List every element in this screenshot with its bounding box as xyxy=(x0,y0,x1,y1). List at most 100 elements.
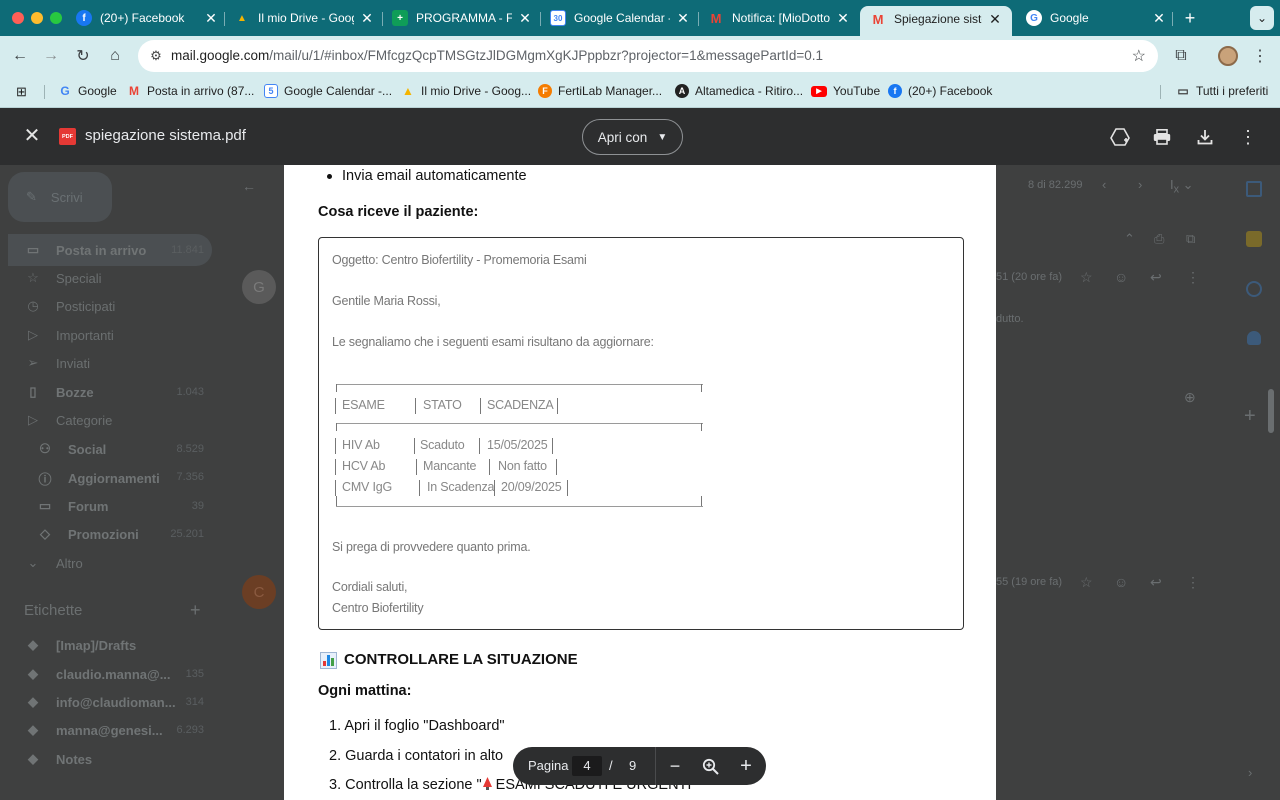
tab-drive[interactable]: ▲ Il mio Drive - Goog ✕ xyxy=(234,6,374,30)
close-window-button[interactable] xyxy=(12,12,24,24)
close-tab-icon[interactable]: ✕ xyxy=(204,10,218,27)
bookmark-calendar[interactable]: 5 Google Calendar -... xyxy=(264,84,392,98)
label-item[interactable]: ◆ info@claudioman... xyxy=(24,694,176,710)
star-icon[interactable]: ☆ xyxy=(1080,269,1093,286)
bookmark-altamedica[interactable]: A Altamedica - Ritiro... xyxy=(675,84,803,98)
tab-programma[interactable]: + PROGRAMMA - Fo ✕ xyxy=(392,6,532,30)
bookmark-posta[interactable]: M Posta in arrivo (87... xyxy=(127,84,254,98)
tasks-app-icon[interactable] xyxy=(1246,281,1262,297)
next-page-icon[interactable]: › xyxy=(1138,177,1142,192)
zoom-in-icon[interactable]: + xyxy=(734,754,758,778)
tab-facebook[interactable]: f (20+) Facebook ✕ xyxy=(76,6,218,30)
more-icon[interactable]: ⋮ xyxy=(1186,574,1200,591)
download-icon[interactable] xyxy=(1192,124,1218,150)
label-item-text: [Imap]/Drafts xyxy=(56,637,137,653)
attachment-drive-icon[interactable]: ⊕ xyxy=(1184,389,1196,406)
nav-item-label: Forum xyxy=(68,498,109,514)
input-tools-icon[interactable]: Ix ⌄ xyxy=(1170,177,1194,196)
all-bookmarks-folder[interactable]: ▭ Tutti i preferiti xyxy=(1176,84,1268,98)
tab-spiegazione-active[interactable]: M Spiegazione sistem ✕ xyxy=(860,6,1012,36)
keep-app-icon[interactable] xyxy=(1246,231,1262,247)
reload-icon[interactable]: ↻ xyxy=(71,44,95,68)
nav-item-label: Posticipati xyxy=(56,298,116,314)
browser-toolbar: ← → ↻ ⌂ ⚙ mail.google.com/mail/u/1/#inbo… xyxy=(0,36,1280,76)
nav-item[interactable]: ▭ Forum xyxy=(36,498,109,514)
bookmark-google[interactable]: G Google xyxy=(58,84,116,98)
label-item[interactable]: ◆ Notes xyxy=(24,751,92,767)
close-tab-icon[interactable]: ✕ xyxy=(988,11,1002,28)
bookmark-youtube[interactable]: ▶ YouTube xyxy=(811,84,880,98)
table-cell: Non fatto xyxy=(498,459,547,473)
label-item[interactable]: ◆ manna@genesi... xyxy=(24,722,163,738)
site-info-icon[interactable]: ⚙ xyxy=(146,46,166,66)
back-arrow-icon[interactable]: ← xyxy=(8,44,32,68)
add-app-icon[interactable]: + xyxy=(1244,405,1256,428)
forward-arrow-icon[interactable]: → xyxy=(39,44,63,68)
tab-google[interactable]: G Google ✕ xyxy=(1026,6,1166,30)
nav-item[interactable]: ▷ Importanti xyxy=(24,327,114,343)
label-tag-icon: ◆ xyxy=(28,666,38,681)
emoji-icon[interactable]: ☺ xyxy=(1114,574,1128,590)
zoom-reset-icon[interactable] xyxy=(698,754,722,778)
nav-item[interactable]: ➢ Inviati xyxy=(24,355,90,371)
close-tab-icon[interactable]: ✕ xyxy=(836,10,850,27)
open-with-button[interactable]: Apri con ▼ xyxy=(582,119,683,155)
nav-item[interactable]: ⌄ Altro xyxy=(24,555,83,571)
menu-kebab-icon[interactable]: ⋮ xyxy=(1248,44,1272,68)
reply-icon[interactable]: ↩ xyxy=(1150,574,1162,591)
add-to-drive-icon[interactable] xyxy=(1107,124,1133,150)
expand-panel-icon[interactable]: › xyxy=(1248,765,1252,780)
nav-item[interactable]: ▷ Categorie xyxy=(24,412,112,428)
apps-grid-icon[interactable]: ⊞ xyxy=(16,84,27,100)
label-item[interactable]: ◆ [Imap]/Drafts xyxy=(24,637,136,653)
contacts-app-icon[interactable] xyxy=(1247,331,1261,345)
nav-item[interactable]: ⓘ Aggiornamenti xyxy=(36,469,159,488)
bookmark-drive[interactable]: ▲ Il mio Drive - Goog... xyxy=(401,84,531,98)
bookmark-facebook[interactable]: f (20+) Facebook xyxy=(888,84,992,98)
collapse-icon[interactable]: ⌃ xyxy=(1124,231,1135,247)
nav-item[interactable]: ◇ Promozioni xyxy=(36,526,139,542)
bookmark-star-icon[interactable]: ☆ xyxy=(1132,46,1146,66)
nav-item[interactable]: ▭ Posta in arrivo xyxy=(24,242,146,258)
minimize-window-button[interactable] xyxy=(31,12,43,24)
back-to-inbox-icon[interactable]: ← xyxy=(242,178,256,194)
profile-avatar[interactable] xyxy=(1218,46,1238,66)
maximize-window-button[interactable] xyxy=(50,12,62,24)
nav-item[interactable]: ⚇ Social xyxy=(36,441,106,457)
close-tab-icon[interactable]: ✕ xyxy=(676,10,690,27)
home-icon[interactable]: ⌂ xyxy=(103,44,127,68)
emoji-icon[interactable]: ☺ xyxy=(1114,269,1128,285)
compose-button[interactable]: ✎ Scrivi xyxy=(8,172,112,222)
nav-item-label: Inviati xyxy=(56,355,90,371)
bookmark-fertilab[interactable]: F FertiLab Manager... xyxy=(538,84,662,98)
new-tab-button[interactable]: + xyxy=(1180,6,1200,30)
tab-search-button[interactable]: ⌄ xyxy=(1250,6,1274,30)
open-new-window-icon[interactable]: ⧉ xyxy=(1186,231,1195,247)
youtube-icon: ▶ xyxy=(811,85,827,97)
nav-item[interactable]: ☆ Speciali xyxy=(24,270,101,286)
star-icon[interactable]: ☆ xyxy=(1080,574,1093,591)
prev-page-icon[interactable]: ‹ xyxy=(1102,177,1106,192)
nav-item[interactable]: ▯ Bozze xyxy=(24,384,93,400)
tab-calendar[interactable]: 30 Google Calendar - ✕ xyxy=(550,6,690,30)
close-tab-icon[interactable]: ✕ xyxy=(1152,10,1166,27)
close-tab-icon[interactable]: ✕ xyxy=(518,10,532,27)
zoom-out-icon[interactable]: − xyxy=(663,754,687,778)
close-tab-icon[interactable]: ✕ xyxy=(360,10,374,27)
print-icon[interactable] xyxy=(1149,124,1175,150)
chevron-down-icon: ⌄ xyxy=(27,555,39,570)
more-icon[interactable]: ⋮ xyxy=(1186,269,1200,286)
calendar-app-icon[interactable] xyxy=(1246,181,1262,197)
add-label-icon[interactable]: + xyxy=(190,600,201,621)
label-item[interactable]: ◆ claudio.manna@... xyxy=(24,666,171,682)
nav-item[interactable]: ◷ Posticipati xyxy=(24,298,115,314)
close-viewer-icon[interactable]: ✕ xyxy=(20,124,44,148)
more-options-icon[interactable]: ⋮ xyxy=(1235,124,1261,150)
tab-notifica[interactable]: M Notifica: [MioDotto ✕ xyxy=(708,6,850,30)
address-bar[interactable]: ⚙ mail.google.com/mail/u/1/#inbox/FMfcgz… xyxy=(138,40,1158,72)
extensions-icon[interactable]: ⧉ xyxy=(1169,44,1193,68)
print-icon[interactable]: ⎙ xyxy=(1154,231,1164,247)
page-number-input[interactable]: 4 xyxy=(572,756,602,776)
reply-icon[interactable]: ↩ xyxy=(1150,269,1162,286)
tag-icon: ◇ xyxy=(40,526,50,541)
